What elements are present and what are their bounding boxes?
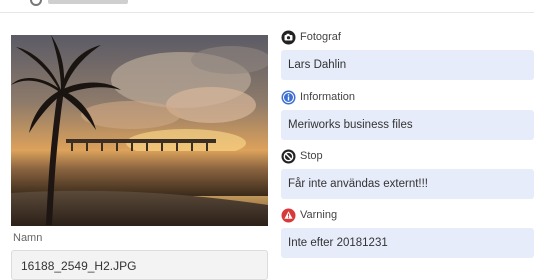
clipped-icon bbox=[30, 0, 42, 6]
field-stop-header: Stop bbox=[281, 148, 534, 164]
clipped-title bbox=[48, 0, 128, 4]
field-photographer: Fotograf Lars Dahlin bbox=[281, 29, 534, 80]
field-information-value[interactable]: Meriworks business files bbox=[281, 110, 534, 140]
field-warning: Varning Inte efter 20181231 bbox=[281, 207, 534, 258]
field-warning-label: Varning bbox=[300, 209, 338, 221]
field-stop-label: Stop bbox=[300, 150, 323, 162]
photo-preview[interactable] bbox=[11, 35, 268, 226]
info-icon bbox=[281, 90, 296, 105]
top-bar bbox=[0, 0, 534, 13]
camera-icon bbox=[281, 30, 296, 45]
field-photographer-header: Fotograf bbox=[281, 29, 534, 45]
field-photographer-label: Fotograf bbox=[300, 31, 341, 43]
warning-icon bbox=[281, 208, 296, 223]
field-information: Information Meriworks business files bbox=[281, 89, 534, 140]
field-warning-header: Varning bbox=[281, 207, 534, 223]
field-photographer-value[interactable]: Lars Dahlin bbox=[281, 50, 534, 80]
field-stop: Stop Får inte användas externt!!! bbox=[281, 148, 534, 199]
sunset-photo-image bbox=[11, 35, 268, 226]
field-information-label: Information bbox=[300, 91, 356, 103]
field-warning-value[interactable]: Inte efter 20181231 bbox=[281, 228, 534, 258]
field-information-header: Information bbox=[281, 89, 534, 105]
name-label: Namn bbox=[13, 232, 43, 244]
name-field[interactable]: 16188_2549_H2.JPG bbox=[11, 250, 268, 280]
stop-icon bbox=[281, 149, 296, 164]
field-stop-value[interactable]: Får inte användas externt!!! bbox=[281, 169, 534, 199]
